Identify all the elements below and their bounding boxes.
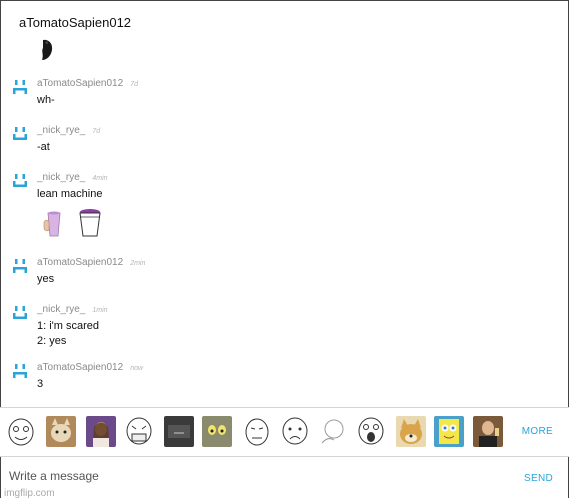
message-text: yes	[37, 273, 55, 285]
meme-face-sticker[interactable]	[164, 416, 194, 447]
thinking-face-sticker[interactable]	[318, 416, 348, 447]
message-meta: aTomatoSapien012 2min	[37, 257, 145, 268]
tom-cat-sticker[interactable]	[202, 416, 232, 447]
message-text: wh-	[37, 94, 55, 106]
jesus-sticker[interactable]	[86, 416, 116, 447]
message-timestamp: 7d	[130, 81, 138, 88]
message-timestamp: 7d	[92, 128, 101, 135]
chat-title: aTomatoSapien012	[19, 15, 132, 30]
message-username[interactable]: aTomatoSapien012	[37, 78, 123, 89]
message-username[interactable]: aTomatoSapien012	[37, 362, 123, 373]
lean-cup-sticker[interactable]	[40, 208, 66, 238]
message-timestamp: 2min	[130, 260, 146, 267]
sad-rage-face-sticker[interactable]	[280, 416, 310, 447]
message-timestamp: 4min	[92, 175, 108, 182]
message-meta: _nick_rye_ 7d	[37, 125, 100, 136]
flat-face-icon	[13, 306, 27, 319]
message-meta: aTomatoSapien012 now	[37, 362, 143, 373]
message-text: lean machine	[37, 188, 103, 200]
message-meta: aTomatoSapien012 7d	[37, 78, 138, 89]
message-timestamp: 1min	[92, 307, 108, 314]
message-composer: SEND	[0, 456, 569, 500]
message-text: -at	[37, 141, 50, 153]
message-text: 1: i'm scared 2: yes	[37, 320, 100, 347]
rage-face-sticker[interactable]	[6, 416, 36, 447]
shocked-face-sticker[interactable]	[356, 416, 386, 447]
message-meta: _nick_rye_ 4min	[37, 172, 108, 183]
message-username[interactable]: _nick_rye_	[37, 172, 85, 183]
sad-face-icon	[13, 259, 27, 273]
message-input[interactable]	[9, 469, 489, 483]
message-text: 3	[37, 378, 44, 390]
sweating-face-sticker[interactable]	[242, 416, 272, 447]
fuu-face-sticker[interactable]	[124, 416, 154, 447]
send-button[interactable]: SEND	[524, 473, 553, 484]
message-username[interactable]: _nick_rye_	[37, 304, 85, 315]
message-username[interactable]: _nick_rye_	[37, 125, 85, 136]
watermark: imgflip.com	[4, 488, 55, 499]
spongebob-sticker[interactable]	[434, 416, 464, 447]
flat-face-icon	[13, 174, 27, 187]
sad-face-icon	[13, 80, 27, 94]
user-avatar-icon	[42, 39, 53, 60]
sticker-picker: MORE	[0, 407, 569, 457]
flat-face-icon	[13, 127, 27, 140]
styrofoam-cup-sticker[interactable]	[77, 208, 103, 238]
more-stickers-button[interactable]: MORE	[522, 426, 553, 437]
sad-face-icon	[13, 364, 27, 378]
message-timestamp: now	[130, 365, 144, 372]
message-meta: _nick_rye_ 1min	[37, 304, 108, 315]
cat-sticker[interactable]	[46, 416, 76, 447]
man-toast-sticker[interactable]	[473, 416, 503, 447]
doge-sticker[interactable]	[396, 416, 426, 447]
message-username[interactable]: aTomatoSapien012	[37, 257, 123, 268]
